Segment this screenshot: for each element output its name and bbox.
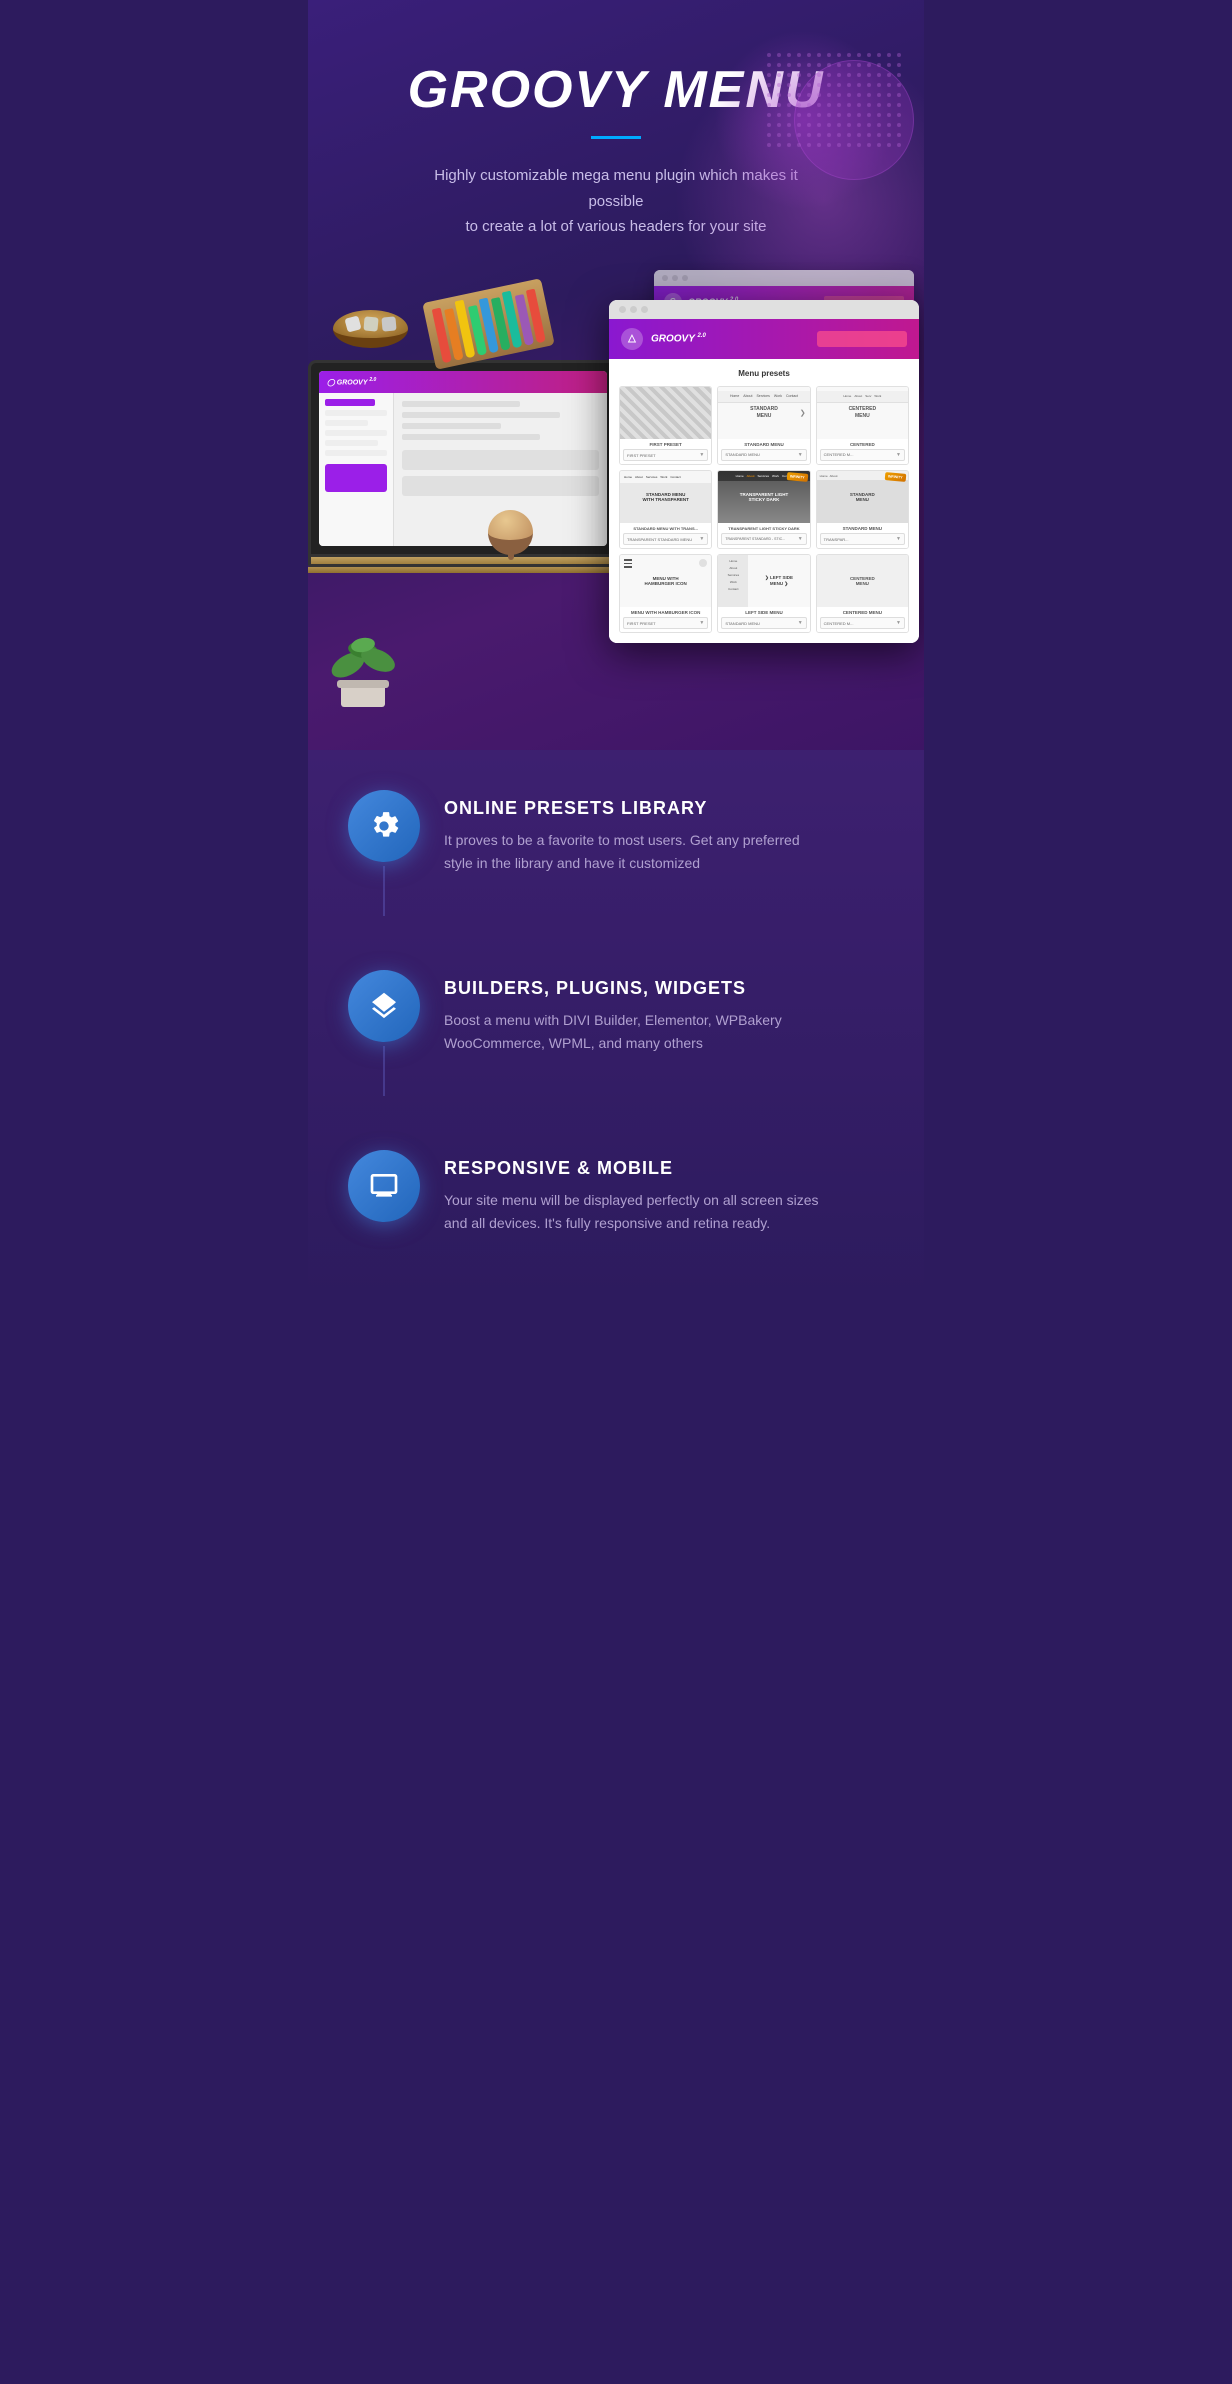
feature-icon-circle-2 xyxy=(348,970,420,1042)
presets-label: Menu presets xyxy=(619,369,909,378)
preset-item-9: CENTEREDMENU CENTERED MENU CENTERED M...… xyxy=(816,554,909,633)
feature-title-2: BUILDERS, PLUGINS, WIDGETS xyxy=(444,978,824,999)
feature-text-1: ONLINE PRESETS LIBRARY It proves to be a… xyxy=(444,790,824,877)
feature-description-1: It proves to be a favorite to most users… xyxy=(444,829,824,877)
plant-decoration xyxy=(323,630,403,710)
feature-item-presets: ONLINE PRESETS LIBRARY It proves to be a… xyxy=(348,790,884,920)
feature-item-builders: BUILDERS, PLUGINS, WIDGETS Boost a menu … xyxy=(348,970,884,1100)
page-title: GROOVY MENU xyxy=(328,60,904,120)
feature-icon-column-2 xyxy=(348,970,420,1100)
feature-icon-column-1 xyxy=(348,790,420,920)
browser-card-front: △ GROOVY 2.0 Menu presets xyxy=(609,300,919,644)
preset-item-3: Home About Serv Work CENTEREDMENU CENTER… xyxy=(816,386,909,466)
connector-2 xyxy=(383,1046,385,1096)
feature-description-3: Your site menu will be displayed perfect… xyxy=(444,1189,824,1237)
bowl-decoration xyxy=(333,310,408,348)
preset-item-1: FIRST PRESET FIRST PRESET ▼ xyxy=(619,386,712,466)
connector-1 xyxy=(383,866,385,916)
preset-item-4: Home About Services Work Contact STANDAR… xyxy=(619,470,712,549)
hero-section: GROOVY MENU Highly customizable mega men… xyxy=(308,0,924,750)
monitor-icon xyxy=(368,1170,400,1202)
feature-text-3: RESPONSIVE & MOBILE Your site menu will … xyxy=(444,1150,824,1237)
preset-item-7: MENU WITHHAMBURGER ICON MENU WITH HAMBUR… xyxy=(619,554,712,633)
mockup-container: ◯ GROOVY 2.0 xyxy=(328,280,904,710)
feature-icon-circle-1 xyxy=(348,790,420,862)
laptop-mockup: ◯ GROOVY 2.0 xyxy=(308,360,618,573)
crayons-decoration xyxy=(422,278,554,370)
feature-title-3: RESPONSIVE & MOBILE xyxy=(444,1158,824,1179)
wrench-icon xyxy=(368,810,400,842)
dot-pattern xyxy=(764,50,904,150)
feature-icon-column-3 xyxy=(348,1150,420,1222)
hero-subtitle: Highly customizable mega menu plugin whi… xyxy=(406,163,826,240)
top-decoration xyxy=(488,510,533,555)
title-divider xyxy=(591,136,641,139)
features-section: ONLINE PRESETS LIBRARY It proves to be a… xyxy=(308,750,924,1297)
preset-item-8: Home About Services Work Contact ❯ LEFT … xyxy=(717,554,810,633)
feature-item-responsive: RESPONSIVE & MOBILE Your site menu will … xyxy=(348,1150,884,1237)
feature-text-2: BUILDERS, PLUGINS, WIDGETS Boost a menu … xyxy=(444,970,824,1057)
preset-item-6: Home About STANDARDMENU INFINITY STANDAR… xyxy=(816,470,909,549)
glow-decoration xyxy=(714,30,894,210)
layers-icon xyxy=(368,990,400,1022)
feature-description-2: Boost a menu with DIVI Builder, Elemento… xyxy=(444,1009,824,1057)
feature-title-1: ONLINE PRESETS LIBRARY xyxy=(444,798,824,819)
preset-item-5: Home About Services Work Contact TRANSPA… xyxy=(717,470,810,549)
glow-circle xyxy=(794,60,914,180)
feature-icon-circle-3 xyxy=(348,1150,420,1222)
preset-item-2: Home About Services Work Contact STANDAR… xyxy=(717,386,810,466)
